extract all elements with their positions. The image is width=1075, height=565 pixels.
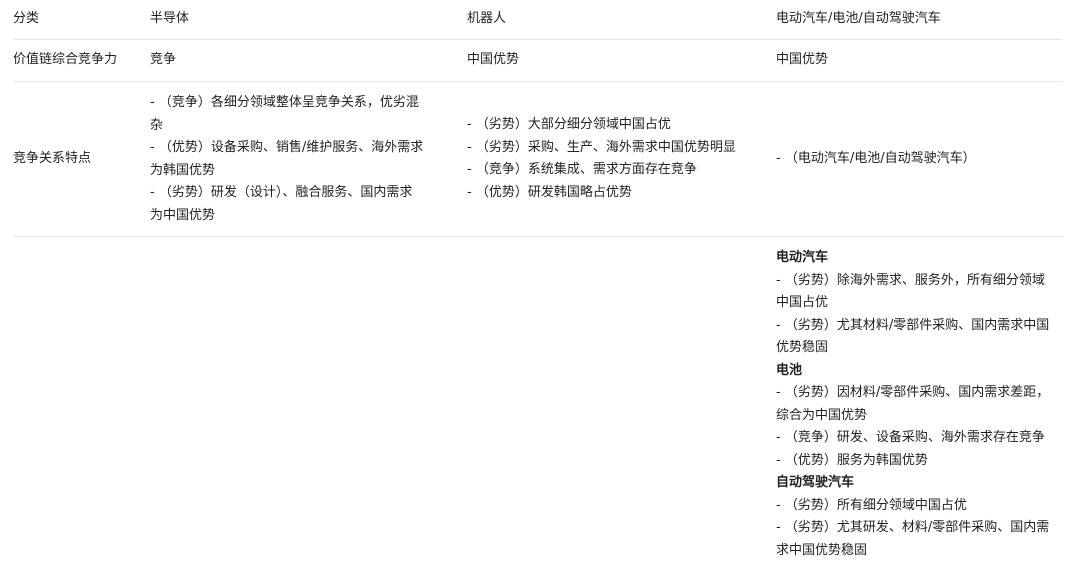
feature-line: - （竞争）各细分领域整体呈竞争关系，优劣混 xyxy=(150,95,419,110)
table-row: 竞争关系特点 - （竞争）各细分领域整体呈竞争关系，优劣混 杂 - （优势）设备… xyxy=(13,82,1063,237)
detail-line: - （优势）服务为韩国优势 xyxy=(776,452,928,468)
row-label-features: 竞争关系特点 xyxy=(13,151,92,166)
detail-line: - （劣势）尤其材料/零部件采购、国内需求中国 xyxy=(776,317,1050,333)
cell-semiconductor-features: - （竞争）各细分领域整体呈竞争关系，优劣混 杂 - （优势）设备采购、销售/维… xyxy=(150,92,440,227)
feature-line: - （优势）设备采购、销售/维护服务、海外需求 xyxy=(150,140,424,155)
feature-line: 为韩国优势 xyxy=(150,162,216,178)
subheading-ev: 电动汽车 xyxy=(776,250,829,265)
feature-line: - （劣势）采购、生产、海外需求中国优势明显 xyxy=(467,139,736,155)
feature-line: - （劣势）大部分细分领域中国占优 xyxy=(467,117,671,132)
subheading-battery: 电池 xyxy=(776,362,803,378)
row-label-value-chain: 价值链综合竞争力 xyxy=(13,52,118,67)
cell-robot-value-chain: 中国优势 xyxy=(467,52,520,67)
cell-robot-features: - （劣势）大部分细分领域中国占优 - （劣势）采购、生产、海外需求中国优势明显… xyxy=(467,114,757,204)
header-semiconductor: 半导体 xyxy=(150,11,190,26)
detail-line: - （劣势）所有细分领域中国占优 xyxy=(776,497,967,513)
detail-line: 综合为中国优势 xyxy=(776,407,868,423)
table-row: 价值链综合竞争力 竞争 中国优势 中国优势 xyxy=(13,40,1063,82)
subheading-autonomous: 自动驾驶汽车 xyxy=(776,475,855,490)
header-robot: 机器人 xyxy=(467,11,507,26)
feature-line: 为中国优势 xyxy=(150,207,216,223)
comparison-table: 分类 半导体 机器人 电动汽车/电池/自动驾驶汽车 价值链综合竞争力 竞争 中国… xyxy=(13,0,1063,565)
detail-line: - （劣势）除海外需求、服务外，所有细分领域 xyxy=(776,272,1045,288)
cell-ev-features: - （电动汽车/电池/自动驾驶汽车） xyxy=(776,151,976,166)
detail-line: - （劣势）因材料/零部件采购、国内需求差距， xyxy=(776,385,1050,400)
table-header-row: 分类 半导体 机器人 电动汽车/电池/自动驾驶汽车 xyxy=(13,0,1063,40)
feature-line: - （竞争）系统集成、需求方面存在竞争 xyxy=(467,162,697,177)
header-ev: 电动汽车/电池/自动驾驶汽车 xyxy=(776,11,941,26)
feature-line: 杂 xyxy=(150,117,164,133)
detail-line: 优势稳固 xyxy=(776,340,829,355)
cell-ev-detail: 电动汽车 - （劣势）除海外需求、服务外，所有细分领域 中国占优 - （劣势）尤… xyxy=(776,247,1066,562)
feature-line: - （优势）研发韩国略占优势 xyxy=(467,184,632,200)
detail-line: - （劣势）尤其研发、材料/零部件采购、国内需 xyxy=(776,520,1050,535)
detail-line: 求中国优势稳固 xyxy=(776,542,868,558)
cell-semiconductor-value-chain: 竞争 xyxy=(150,52,177,67)
header-category: 分类 xyxy=(13,11,40,26)
table-row: 电动汽车 - （劣势）除海外需求、服务外，所有细分领域 中国占优 - （劣势）尤… xyxy=(13,237,1063,565)
cell-ev-value-chain: 中国优势 xyxy=(776,52,829,67)
detail-line: - （竞争）研发、设备采购、海外需求存在竞争 xyxy=(776,430,1045,445)
detail-line: 中国占优 xyxy=(776,295,829,310)
feature-line: - （劣势）研发（设计）、融合服务、国内需求 xyxy=(150,185,413,200)
